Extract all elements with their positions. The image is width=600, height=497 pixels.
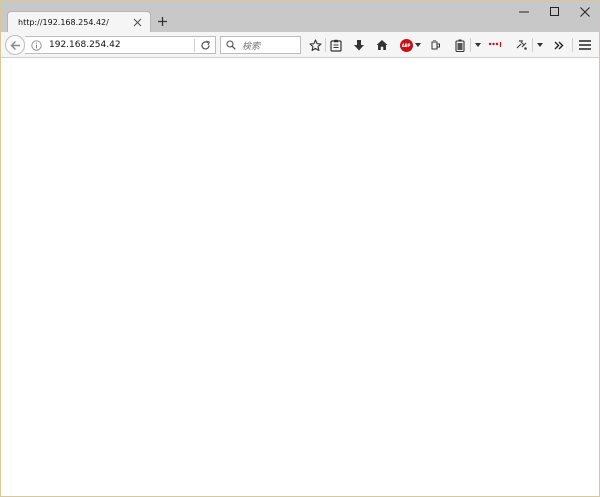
search-icon	[226, 40, 236, 50]
bookmark-star-icon	[308, 38, 322, 51]
reader-clipboard-icon	[330, 39, 342, 52]
search-input[interactable]: 検索	[242, 39, 260, 52]
chevron-down-icon	[537, 43, 543, 47]
tab-active[interactable]: http://192.168.254.42/	[7, 11, 151, 32]
overflow-chevron-icon	[554, 41, 564, 49]
toolbar-divider	[572, 38, 573, 52]
minimize-button[interactable]	[509, 1, 539, 23]
reload-button[interactable]	[195, 37, 215, 53]
home-button[interactable]	[374, 37, 390, 53]
maximize-icon	[550, 7, 559, 16]
toolbar-divider	[325, 38, 326, 52]
battery-icon	[455, 39, 465, 52]
home-icon	[376, 40, 388, 50]
overflow-button[interactable]	[551, 37, 567, 53]
tools-menu-button[interactable]	[535, 37, 545, 53]
battery-menu-button[interactable]	[473, 37, 483, 53]
search-bar[interactable]: 検索	[220, 36, 301, 54]
close-icon	[133, 18, 141, 26]
dots-extension-icon	[488, 42, 502, 47]
navigation-toolbar: 192.168.254.42 検索 ABP	[1, 32, 599, 58]
site-info-button[interactable]	[28, 37, 44, 53]
tab-close-button[interactable]	[129, 14, 145, 30]
tools-extension-icon	[516, 40, 527, 50]
tab-title: http://192.168.254.42/	[18, 17, 109, 27]
main-menu-button[interactable]	[577, 37, 593, 53]
url-input[interactable]: 192.168.254.42	[49, 40, 194, 50]
search-engine-button[interactable]	[224, 38, 238, 52]
extension-button[interactable]	[428, 37, 444, 53]
new-tab-button[interactable]	[154, 13, 170, 29]
plus-icon	[157, 16, 167, 26]
downloads-button[interactable]	[351, 37, 367, 53]
toolbar-divider	[532, 38, 533, 52]
window-close-button[interactable]	[570, 1, 599, 23]
adblock-icon: ABP	[399, 38, 413, 52]
battery-button[interactable]	[452, 37, 468, 53]
arrow-left-icon	[10, 40, 20, 50]
url-bar[interactable]: 192.168.254.42	[25, 36, 216, 54]
toolbar-divider	[470, 38, 471, 52]
hamburger-menu-icon	[579, 40, 591, 50]
info-icon	[30, 39, 42, 51]
bookmark-button[interactable]	[307, 37, 323, 53]
tab-strip: http://192.168.254.42/	[1, 1, 599, 32]
minimize-icon	[519, 11, 529, 13]
close-icon	[580, 7, 590, 17]
extension-icon	[431, 40, 440, 50]
reload-icon	[200, 39, 210, 50]
browser-window: http://192.168.254.42/ 192.168.254.42 検索…	[0, 0, 600, 497]
page-content[interactable]	[1, 58, 599, 496]
chevron-down-icon	[475, 43, 481, 47]
maximize-button[interactable]	[540, 1, 570, 23]
adblock-button[interactable]: ABP	[399, 37, 421, 53]
download-icon	[354, 39, 364, 50]
reading-list-button[interactable]	[328, 37, 344, 53]
chevron-down-icon	[414, 43, 421, 47]
tools-extension-button[interactable]	[512, 37, 530, 53]
dots-extension-button[interactable]	[486, 37, 504, 53]
back-button[interactable]	[5, 35, 25, 55]
